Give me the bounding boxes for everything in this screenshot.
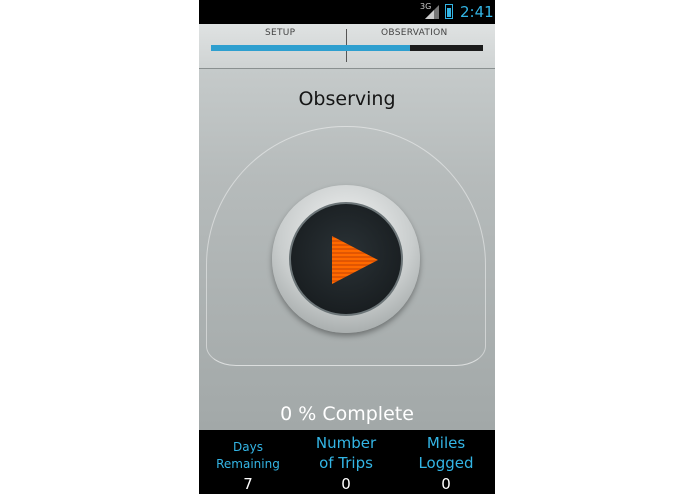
stat-miles-logged: Miles Logged 0 bbox=[397, 430, 495, 493]
stat-label: Days Remaining bbox=[199, 430, 297, 473]
stat-label-line: of Trips bbox=[319, 454, 373, 472]
stat-label: Miles Logged bbox=[397, 430, 495, 473]
progress-fill bbox=[211, 45, 410, 51]
progress-panel: SETUP OBSERVATION bbox=[199, 24, 495, 69]
step-observation: OBSERVATION bbox=[381, 28, 448, 38]
play-button-face bbox=[289, 202, 403, 316]
play-button[interactable] bbox=[272, 185, 420, 333]
step-setup: SETUP bbox=[265, 28, 296, 38]
stats-bar: Days Remaining 7 Number of Trips 0 Miles… bbox=[199, 430, 495, 494]
stat-days-remaining: Days Remaining 7 bbox=[199, 430, 297, 493]
stat-label-line: Miles bbox=[426, 434, 466, 452]
stat-label-line: Remaining bbox=[216, 457, 280, 471]
main-panel: Observing 0 % Complete bbox=[199, 69, 495, 430]
phone-screen: 3G 2:41 SETUP OBSERVATION Observing 0 % … bbox=[199, 0, 495, 494]
progress-track bbox=[211, 45, 483, 51]
stat-label: Number of Trips bbox=[297, 430, 395, 473]
stat-label-line: Days bbox=[233, 440, 263, 454]
stat-label-line: Logged bbox=[418, 454, 474, 472]
stat-value: 7 bbox=[243, 475, 253, 493]
stat-value: 0 bbox=[341, 475, 351, 493]
stat-value: 0 bbox=[441, 475, 451, 493]
completion-text: 0 % Complete bbox=[199, 403, 495, 425]
page-title: Observing bbox=[298, 88, 396, 110]
stat-label-line: Number bbox=[315, 434, 377, 452]
completion-value: 0 bbox=[280, 403, 293, 425]
status-bar: 3G 2:41 bbox=[199, 0, 495, 24]
battery-icon bbox=[445, 4, 453, 19]
completion-label: % Complete bbox=[298, 403, 414, 425]
play-icon bbox=[332, 236, 378, 284]
signal-icon bbox=[425, 5, 439, 19]
stat-number-of-trips: Number of Trips 0 bbox=[297, 430, 395, 493]
clock: 2:41 bbox=[460, 3, 494, 21]
